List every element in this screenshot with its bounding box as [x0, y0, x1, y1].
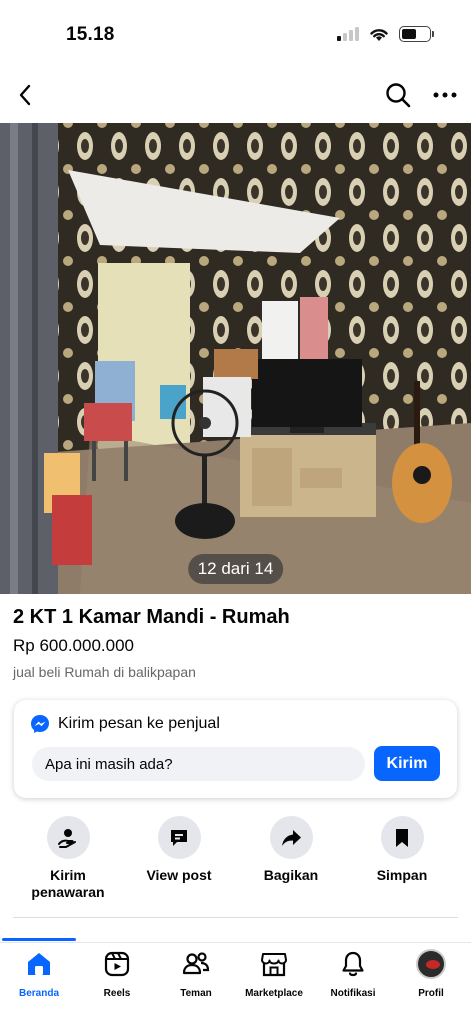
- home-icon: [28, 953, 50, 975]
- listing-location[interactable]: jual beli Rumah di balikpapan: [13, 664, 196, 680]
- tab-beranda-label: Beranda: [18, 988, 59, 999]
- send-message-button[interactable]: Kirim: [374, 746, 440, 781]
- marketplace-icon: [261, 953, 287, 977]
- tab-marketplace[interactable]: Marketplace: [235, 949, 313, 999]
- photo-counter: 12 dari 14: [187, 554, 284, 584]
- search-button[interactable]: [381, 78, 415, 112]
- top-nav: [0, 72, 471, 118]
- save-button[interactable]: Simpan: [347, 816, 457, 884]
- status-bar: 15.18: [0, 0, 471, 70]
- make-offer-button[interactable]: Kirim penawaran: [13, 816, 123, 901]
- message-card-header: Kirim pesan ke penjual: [30, 714, 220, 734]
- more-horizontal-icon: [433, 92, 457, 98]
- status-time: 15.18: [66, 24, 115, 45]
- back-button[interactable]: [8, 78, 42, 112]
- bottom-tab-bar: Beranda Reels Teman Marketplace Notifika…: [0, 942, 471, 1024]
- tab-teman-label: Teman: [180, 988, 212, 999]
- listing-title: 2 KT 1 Kamar Mandi - Rumah: [13, 606, 290, 628]
- tab-marketplace-label: Marketplace: [245, 988, 303, 999]
- bell-icon: [342, 951, 364, 977]
- section-tab-indicator: [2, 938, 76, 941]
- listing-price: Rp 600.000.000: [13, 636, 134, 655]
- section-divider: [13, 917, 458, 918]
- tab-beranda[interactable]: Beranda: [0, 949, 78, 999]
- tab-reels-label: Reels: [103, 988, 131, 999]
- save-label: Simpan: [376, 867, 428, 883]
- post-icon: [171, 829, 187, 846]
- tab-notifikasi[interactable]: Notifikasi: [314, 949, 392, 999]
- message-seller-card: Kirim pesan ke penjual Apa ini masih ada…: [14, 700, 457, 798]
- message-input[interactable]: Apa ini masih ada?: [32, 747, 365, 781]
- battery-icon: [399, 26, 434, 42]
- bookmark-icon: [396, 828, 408, 847]
- reels-icon: [104, 951, 130, 977]
- share-label: Bagikan: [263, 867, 319, 883]
- listing-actions: Kirim penawaran View post Bagikan Simpan: [0, 816, 471, 906]
- friends-icon: [182, 952, 210, 975]
- messenger-icon: [31, 715, 49, 733]
- message-card-heading: Kirim pesan ke penjual: [58, 715, 220, 732]
- tab-profil-label: Profil: [418, 988, 444, 999]
- tab-profil[interactable]: Profil: [392, 949, 470, 999]
- wifi-icon: [370, 28, 388, 41]
- share-button[interactable]: Bagikan: [236, 816, 346, 884]
- offer-icon: [58, 828, 76, 848]
- more-options-button[interactable]: [428, 78, 462, 112]
- view-post-button[interactable]: View post: [124, 816, 234, 884]
- tab-notifikasi-label: Notifikasi: [330, 988, 376, 999]
- share-icon: [282, 829, 301, 846]
- chevron-left-icon: [19, 84, 31, 106]
- avatar: [416, 949, 446, 979]
- room-photo: [0, 123, 471, 594]
- tab-reels[interactable]: Reels: [78, 949, 156, 999]
- cellular-signal-icon: [337, 27, 359, 41]
- search-icon: [386, 83, 411, 108]
- make-offer-label: Kirim penawaran: [31, 867, 105, 900]
- status-icons: [337, 26, 434, 42]
- listing-photo[interactable]: 12 dari 14: [0, 123, 471, 594]
- view-post-label: View post: [146, 867, 212, 883]
- tab-teman[interactable]: Teman: [157, 949, 235, 999]
